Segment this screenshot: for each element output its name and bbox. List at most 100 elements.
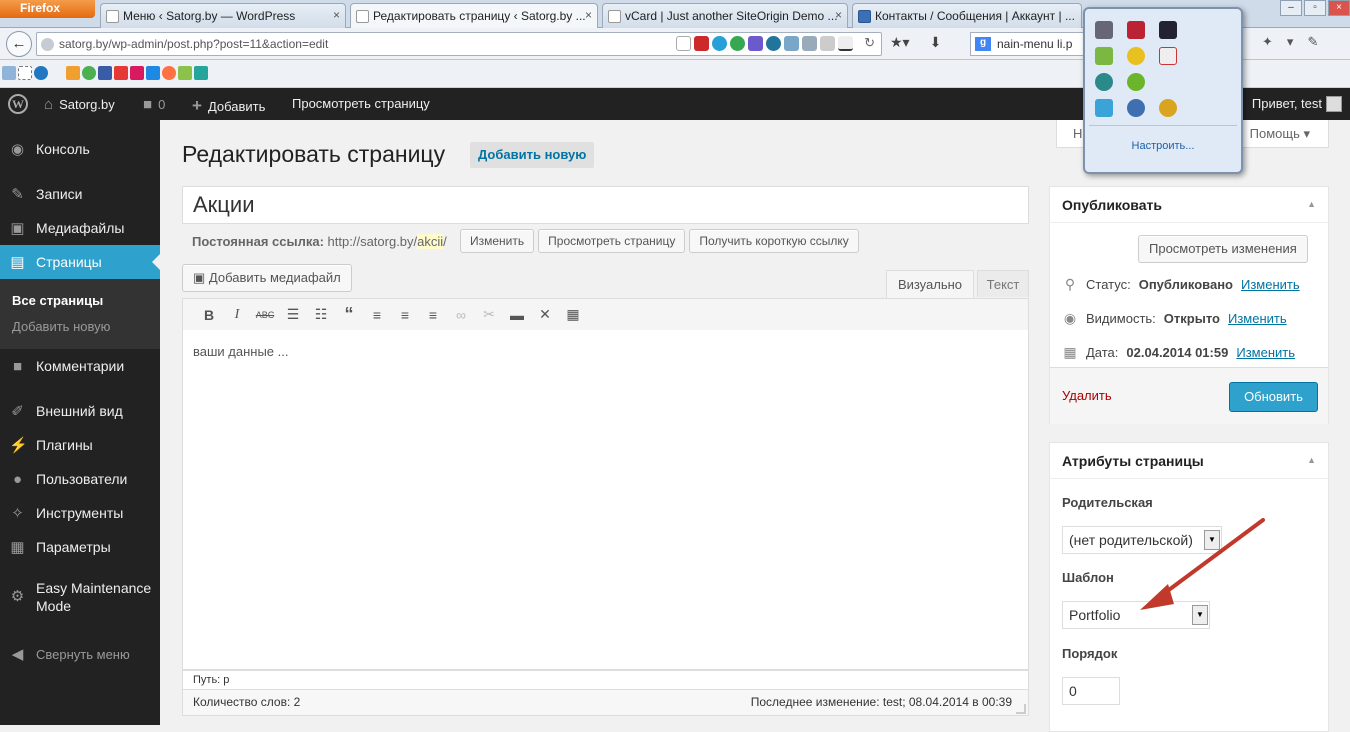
firefox-menu-button[interactable]: Firefox (0, 0, 95, 18)
reload-icon[interactable]: ↻ (864, 35, 875, 51)
numbered-list-icon[interactable]: ☷ (307, 306, 335, 323)
app-icon[interactable] (1127, 47, 1145, 65)
app-icon[interactable] (1095, 99, 1113, 117)
add-media-button[interactable]: ▣ Добавить медиафайл (182, 264, 352, 292)
greeting[interactable]: Привет, test (1252, 96, 1322, 111)
help-tab[interactable]: Помощь ▾ (1250, 126, 1310, 142)
addon-icon[interactable] (730, 36, 745, 51)
browser-tab[interactable]: Контакты / Сообщения | Аккаунт | ... (852, 3, 1082, 28)
wordpress-logo-icon[interactable]: W (8, 94, 28, 114)
view-page-button[interactable]: Просмотреть страницу (538, 229, 686, 253)
addon-icon[interactable] (802, 36, 817, 51)
sidebar-item-users[interactable]: ● Пользователи (0, 462, 160, 496)
view-page-link[interactable]: Просмотреть страницу (292, 96, 430, 111)
close-tab-icon[interactable]: × (585, 8, 592, 22)
sidebar-item-comments[interactable]: ■ Комментарии (0, 349, 160, 383)
bookmark-icon[interactable] (18, 66, 32, 80)
download-icon[interactable]: ⬇ (930, 34, 942, 51)
monitor-icon[interactable] (1095, 21, 1113, 39)
app-icon[interactable] (1127, 73, 1145, 91)
screen-options-tab[interactable]: Н (1073, 126, 1082, 141)
addon-icon[interactable] (694, 36, 709, 51)
tab-visual[interactable]: Визуально (886, 270, 974, 298)
permalink-slug[interactable]: akcii (417, 234, 444, 249)
bookmark-icon[interactable] (82, 66, 96, 80)
browser-tab-active[interactable]: Редактировать страницу ‹ Satorg.by ... × (350, 3, 598, 29)
bookmark-icon[interactable] (146, 66, 160, 80)
vk-icon[interactable] (98, 66, 112, 80)
close-tab-icon[interactable]: × (333, 8, 340, 22)
php-icon[interactable] (748, 36, 763, 51)
edit-status-link[interactable]: Изменить (1241, 277, 1300, 292)
app-icon[interactable] (1159, 21, 1177, 39)
resize-handle[interactable] (1016, 704, 1026, 714)
bold-icon[interactable]: B (195, 307, 223, 323)
sidebar-item-dashboard[interactable]: ◉ Консоль (0, 132, 160, 166)
app-icon[interactable] (1095, 73, 1113, 91)
update-button[interactable]: Обновить (1229, 382, 1318, 412)
add-new-link[interactable]: + Добавить (192, 96, 265, 116)
delete-link[interactable]: Удалить (1062, 388, 1112, 403)
tinymce-icon[interactable] (820, 36, 835, 51)
browser-tab[interactable]: Меню ‹ Satorg.by — WordPress × (100, 3, 346, 28)
search-bar[interactable]: g nain-menu li.p (970, 32, 1088, 56)
sidebar-item-pages[interactable]: ▤ Страницы (0, 245, 160, 279)
comments-link[interactable]: ■ 0 (143, 96, 165, 113)
bookmark-icon[interactable] (194, 66, 208, 80)
bookmark-icon[interactable] (34, 66, 48, 80)
tools-icon[interactable]: ✎ (1307, 34, 1318, 50)
minimize-icon[interactable]: – (1280, 0, 1302, 16)
addon-icon[interactable]: ✦ (1262, 34, 1273, 50)
yandex-icon[interactable] (114, 66, 128, 80)
edit-slug-button[interactable]: Изменить (460, 229, 535, 253)
order-input[interactable]: 0 (1062, 677, 1120, 705)
edit-visibility-link[interactable]: Изменить (1228, 311, 1287, 326)
bookmark-icon[interactable] (130, 66, 144, 80)
italic-icon[interactable]: I (223, 307, 251, 323)
star-icon[interactable] (676, 36, 691, 51)
get-shortlink-button[interactable]: Получить короткую ссылку (689, 229, 859, 253)
add-new-button[interactable]: Добавить новую (470, 142, 595, 168)
app-icon[interactable] (1095, 47, 1113, 65)
tab-text[interactable]: Текст (977, 270, 1029, 297)
toggle-arrow-icon[interactable]: ▲ (1307, 199, 1316, 209)
home-icon[interactable] (66, 66, 80, 80)
align-center-icon[interactable]: ≡ (391, 307, 419, 323)
align-left-icon[interactable]: ≡ (363, 307, 391, 323)
maximize-icon[interactable]: ▫ (1304, 0, 1326, 16)
sidebar-item-media[interactable]: ▣ Медиафайлы (0, 211, 160, 245)
bullet-list-icon[interactable]: ☰ (279, 306, 307, 323)
wordpress-icon[interactable] (766, 36, 781, 51)
post-title-input[interactable]: Акции (182, 186, 1029, 224)
app-icon[interactable] (1159, 99, 1177, 117)
submenu-all-pages[interactable]: Все страницы (12, 293, 103, 308)
sidebar-item-settings[interactable]: ▦ Параметры (0, 530, 160, 564)
close-tab-icon[interactable]: × (835, 8, 842, 22)
unlink-icon[interactable]: ✂ (475, 306, 503, 323)
fullscreen-icon[interactable]: ✕ (531, 306, 559, 323)
url-bar[interactable]: satorg.by/wp-admin/post.php?post=11&acti… (36, 32, 882, 56)
sidebar-item-tools[interactable]: ✧ Инструменты (0, 496, 160, 530)
sidebar-item-appearance[interactable]: ✐ Внешний вид (0, 394, 160, 428)
sidebar-item-posts[interactable]: ✎ Записи (0, 177, 160, 211)
close-window-icon[interactable]: × (1328, 0, 1350, 16)
edit-date-link[interactable]: Изменить (1236, 345, 1295, 360)
bookmark-icon[interactable] (162, 66, 176, 80)
avatar[interactable] (1326, 96, 1342, 112)
addon-icon[interactable] (838, 36, 853, 51)
app-icon[interactable] (1127, 99, 1145, 117)
link-icon[interactable]: ∞ (447, 307, 475, 323)
kitchen-sink-icon[interactable]: ▦ (559, 306, 587, 323)
browser-tab[interactable]: vCard | Just another SiteOrigin Demo ...… (602, 3, 848, 28)
permalink-base[interactable]: http://satorg.by/ (328, 234, 418, 249)
bookmarks-icon[interactable]: ★▾ (890, 34, 910, 51)
align-right-icon[interactable]: ≡ (419, 307, 447, 323)
strikethrough-icon[interactable]: ABC (251, 310, 279, 320)
submenu-add-new[interactable]: Добавить новую (12, 319, 110, 334)
read-more-icon[interactable]: ▬ (503, 307, 531, 323)
addon-icon[interactable] (712, 36, 727, 51)
editor-content[interactable]: ваши данные ... (182, 330, 1029, 670)
speaker-icon[interactable] (1127, 21, 1145, 39)
site-name-link[interactable]: ⌂ Satorg.by (44, 96, 115, 113)
bookmark-icon[interactable] (2, 66, 16, 80)
